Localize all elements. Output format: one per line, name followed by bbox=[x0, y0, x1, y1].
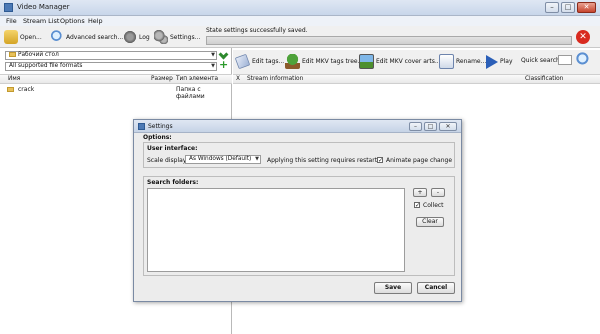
window-titlebar: Video Manager – □ ✕ bbox=[0, 0, 600, 16]
animate-page-change-label: Animate page change bbox=[386, 157, 453, 164]
user-interface-group: User interface: Scale display: As Window… bbox=[143, 142, 455, 168]
app-icon bbox=[138, 123, 145, 130]
magnifier-icon[interactable] bbox=[576, 52, 592, 68]
minimize-button[interactable]: – bbox=[545, 2, 559, 13]
search-folders-list[interactable] bbox=[147, 188, 405, 272]
dialog-close-button[interactable]: ✕ bbox=[439, 122, 457, 131]
rename-button[interactable]: Rename... bbox=[439, 53, 486, 70]
stream-list-header: X Stream information Classification bbox=[233, 74, 600, 84]
add-folder-button[interactable]: + bbox=[413, 188, 427, 197]
clear-button[interactable]: Clear bbox=[416, 217, 444, 227]
play-label: Play bbox=[500, 58, 513, 65]
rename-label: Rename... bbox=[456, 58, 487, 65]
dialog-minimize-button[interactable]: – bbox=[409, 122, 422, 131]
open-folder-icon bbox=[4, 30, 18, 44]
edit-mkv-tags-tree-label: Edit MKV tags tree... bbox=[302, 58, 364, 65]
file-list-header: Имя Размер Тип элемента bbox=[0, 74, 232, 84]
column-name[interactable]: Имя bbox=[8, 76, 20, 82]
edit-mkv-cover-arts-button[interactable]: Edit MKV cover arts... bbox=[359, 53, 441, 70]
close-button[interactable]: ✕ bbox=[577, 2, 596, 13]
column-x[interactable]: X bbox=[236, 76, 240, 82]
settings-button[interactable]: Settings... bbox=[154, 29, 200, 45]
file-type: Папка с файлами bbox=[176, 86, 205, 100]
play-button[interactable]: Play bbox=[486, 53, 513, 70]
search-folders-group: Search folders: + - ✓ Collect Clear bbox=[143, 176, 455, 276]
chevron-down-icon: ▼ bbox=[211, 63, 215, 69]
edit-tags-label: Edit tags... bbox=[252, 58, 285, 65]
list-item[interactable]: crack Папка с файлами bbox=[7, 86, 229, 100]
scale-display-select[interactable]: As Windows (Default) ▼ bbox=[185, 155, 261, 164]
restart-note: Applying this setting requires restart. bbox=[267, 157, 379, 164]
window-title: Video Manager bbox=[17, 3, 70, 11]
menu-file[interactable]: File bbox=[6, 17, 17, 25]
collect-checkbox[interactable]: ✓ bbox=[414, 202, 420, 209]
animate-page-change-checkbox[interactable]: ✓ bbox=[377, 157, 383, 164]
menu-bar: File Stream List Options Help bbox=[0, 16, 600, 26]
column-size[interactable]: Размер bbox=[151, 76, 173, 82]
tag-icon bbox=[234, 53, 251, 70]
log-button[interactable]: Log bbox=[123, 29, 150, 45]
filter-combo[interactable]: All supported file formats ▼ bbox=[5, 62, 217, 71]
settings-label: Settings... bbox=[170, 33, 201, 41]
status-text: State settings successfully saved. bbox=[206, 27, 308, 34]
location-combo[interactable]: Рабочий стол ▼ bbox=[5, 51, 217, 60]
open-label: Open... bbox=[20, 33, 42, 41]
status-panel: State settings successfully saved. bbox=[204, 27, 572, 47]
search-folders-heading: Search folders: bbox=[147, 179, 199, 186]
stop-button[interactable]: ✕ bbox=[576, 30, 590, 44]
dialog-title: Settings bbox=[148, 123, 173, 130]
filter-value: All supported file formats bbox=[9, 63, 83, 69]
dialog-maximize-button[interactable]: □ bbox=[424, 122, 437, 131]
column-type[interactable]: Тип элемента bbox=[176, 76, 218, 82]
gears-icon bbox=[154, 30, 168, 44]
advanced-search-button[interactable]: Advanced search... bbox=[50, 29, 123, 45]
remove-folder-button[interactable]: - bbox=[431, 188, 445, 197]
dialog-titlebar: Settings – □ ✕ bbox=[134, 120, 461, 133]
quick-search-input[interactable] bbox=[558, 55, 572, 65]
picture-icon bbox=[359, 54, 374, 69]
gear-log-icon bbox=[123, 30, 137, 44]
file-name: crack bbox=[18, 86, 35, 93]
menu-help[interactable]: Help bbox=[88, 17, 103, 25]
open-button[interactable]: Open... bbox=[4, 29, 42, 45]
chevron-down-icon: ▼ bbox=[211, 52, 215, 58]
edit-mkv-tags-tree-button[interactable]: Edit MKV tags tree... bbox=[285, 53, 363, 70]
play-icon bbox=[486, 54, 498, 69]
app-icon bbox=[4, 3, 13, 12]
column-stream-information[interactable]: Stream information bbox=[247, 76, 303, 82]
rename-icon bbox=[439, 54, 454, 69]
edit-mkv-cover-arts-label: Edit MKV cover arts... bbox=[376, 58, 441, 65]
tree-icon bbox=[285, 54, 300, 69]
quick-search-label: Quick search: bbox=[521, 57, 562, 64]
chevron-down-icon: ▼ bbox=[255, 156, 259, 162]
stream-toolbar: Edit tags... Edit MKV tags tree... Edit … bbox=[233, 50, 600, 74]
user-interface-heading: User interface: bbox=[147, 145, 198, 152]
settings-dialog: Settings – □ ✕ Options: User interface: … bbox=[133, 119, 462, 302]
column-classification[interactable]: Classification bbox=[525, 76, 563, 82]
location-value: Рабочий стол bbox=[18, 52, 59, 58]
menu-stream-list[interactable]: Stream List bbox=[23, 17, 59, 25]
edit-tags-button[interactable]: Edit tags... bbox=[234, 53, 285, 70]
options-heading: Options: bbox=[143, 134, 172, 141]
progress-bar bbox=[206, 36, 572, 45]
menu-options[interactable]: Options bbox=[60, 17, 85, 25]
collect-label: Collect bbox=[423, 202, 444, 209]
maximize-button[interactable]: □ bbox=[561, 2, 575, 13]
cancel-button[interactable]: Cancel bbox=[417, 282, 455, 294]
save-button[interactable]: Save bbox=[374, 282, 412, 294]
log-label: Log bbox=[139, 33, 150, 41]
folder-icon bbox=[7, 87, 14, 92]
scale-display-label: Scale display: bbox=[147, 157, 188, 164]
desktop-folder-icon bbox=[9, 52, 16, 57]
advanced-search-label: Advanced search... bbox=[66, 33, 124, 41]
magnifier-icon bbox=[50, 30, 64, 44]
add-icon[interactable]: + bbox=[219, 59, 228, 70]
scale-display-value: As Windows (Default) bbox=[189, 156, 252, 162]
